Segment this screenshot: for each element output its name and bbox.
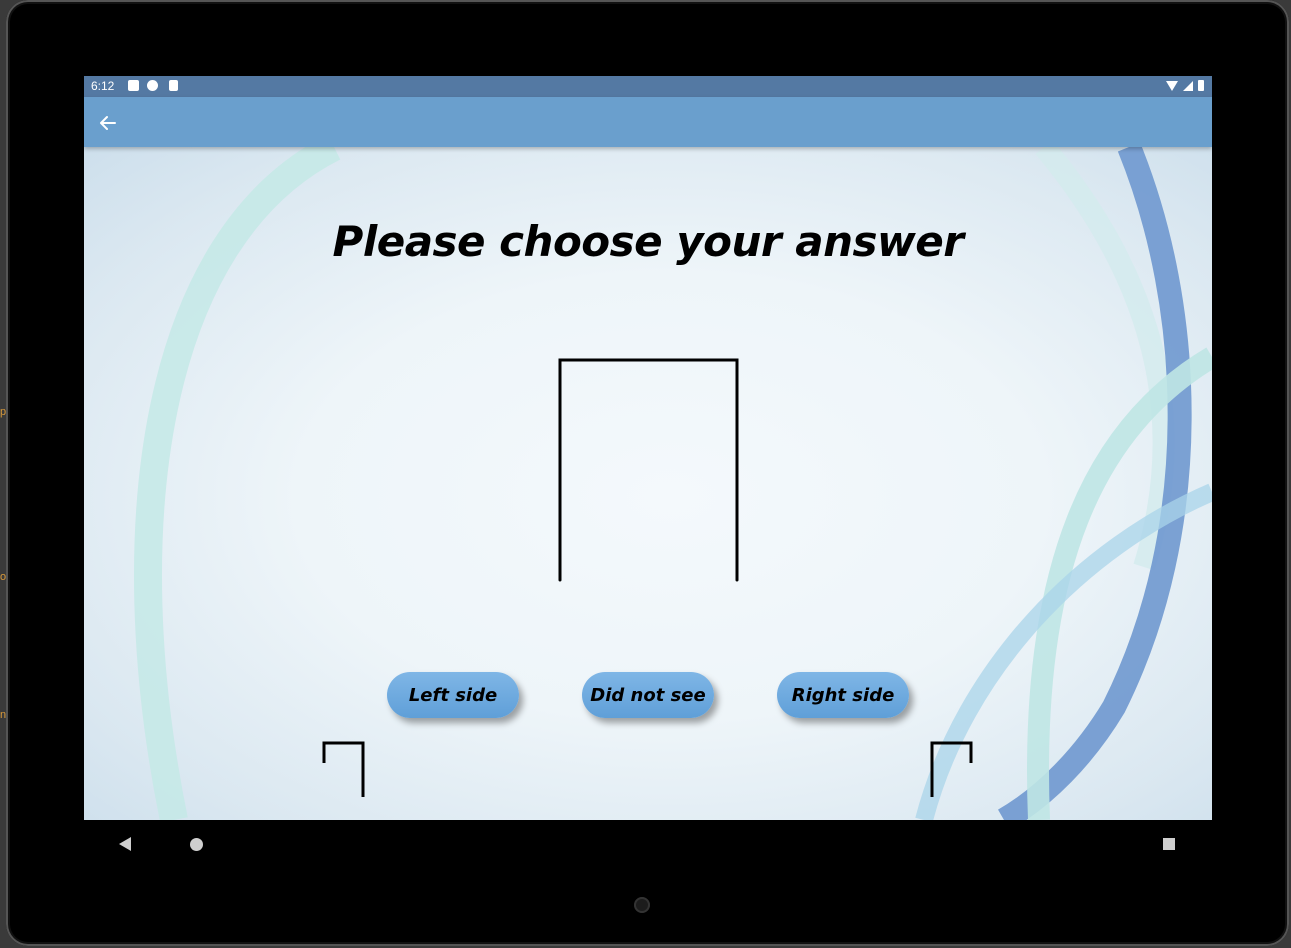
nav-recents-icon[interactable]: [1163, 838, 1175, 850]
right-corner-marker: [930, 741, 973, 797]
arrow-left-icon: [100, 116, 116, 130]
door-stimulus: [558, 358, 739, 582]
signal-icon: [1183, 80, 1193, 91]
nav-home-icon[interactable]: [190, 838, 203, 851]
left-corner-marker: [322, 741, 365, 797]
status-bar: 6:12: [84, 76, 1212, 97]
did-not-see-button[interactable]: Did not see: [582, 672, 714, 718]
a-icon: [128, 80, 139, 91]
back-button[interactable]: [96, 111, 120, 135]
left-side-button[interactable]: Left side: [387, 672, 519, 718]
battery-icon: [1198, 80, 1204, 91]
right-side-button[interactable]: Right side: [777, 672, 909, 718]
wifi-icon: [1166, 80, 1178, 91]
status-time: 6:12: [91, 79, 115, 93]
camera-icon: [634, 897, 650, 913]
page-title: Please choose your answer: [332, 217, 964, 266]
nav-back-icon[interactable]: [119, 837, 131, 851]
tablet-screen: 6:12 Please choose your answer Left side…: [84, 76, 1212, 869]
answer-screen: Please choose your answer Left side Did …: [84, 147, 1212, 820]
status-icons: [1166, 80, 1204, 91]
android-nav-bar: [84, 820, 1212, 869]
app-bar: [84, 97, 1212, 147]
sd-card-icon: [169, 80, 178, 91]
chrome-icon: [147, 80, 158, 91]
